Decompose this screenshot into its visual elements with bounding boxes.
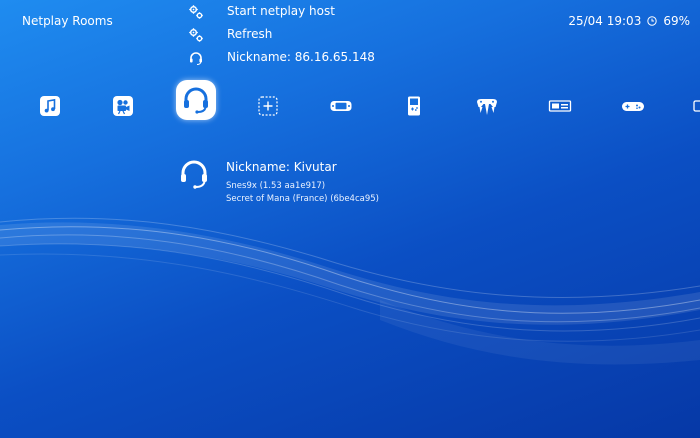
gears-icon xyxy=(189,28,203,42)
room-game: Secret of Mana (France) (6be4ca95) xyxy=(226,194,379,204)
tab-nes-console[interactable] xyxy=(548,94,572,118)
gears-icon xyxy=(189,5,203,19)
refresh-item[interactable]: Refresh xyxy=(188,24,272,46)
headset-icon xyxy=(190,52,202,66)
console-icon xyxy=(693,100,700,112)
tab-partial[interactable] xyxy=(690,94,700,118)
battery-level: 69% xyxy=(663,14,690,28)
handheld-console-icon xyxy=(330,101,352,111)
nes-console-icon xyxy=(548,100,572,112)
nickname-item[interactable]: Nickname: 86.16.65.148 xyxy=(188,47,375,69)
page-title: Netplay Rooms xyxy=(22,14,113,28)
category-tabs xyxy=(0,80,700,132)
clock-icon xyxy=(647,16,658,26)
background-wave xyxy=(0,217,700,365)
status-bar: 25/04 19:03 69% xyxy=(568,14,690,28)
tab-netplay[interactable] xyxy=(176,80,216,120)
tab-add[interactable] xyxy=(256,94,280,118)
tab-music[interactable] xyxy=(38,94,62,118)
start-netplay-host-label: Start netplay host xyxy=(227,4,335,18)
tab-snes-controller[interactable] xyxy=(621,94,645,118)
gameboy-icon xyxy=(408,96,420,116)
tab-handheld-console[interactable] xyxy=(329,94,353,118)
n64-controller-icon xyxy=(477,99,497,115)
room-core: Snes9x (1.53 aa1e917) xyxy=(226,181,326,191)
netplay-icon xyxy=(184,87,208,114)
nickname-label: Nickname: 86.16.65.148 xyxy=(227,50,375,64)
video-icon xyxy=(113,96,133,116)
refresh-label: Refresh xyxy=(227,27,273,41)
tab-n64-controller[interactable] xyxy=(475,94,499,118)
tab-video[interactable] xyxy=(111,94,135,118)
datetime: 25/04 19:03 xyxy=(568,14,642,28)
room-nickname: Nickname: Kivutar xyxy=(226,160,337,174)
tab-gameboy[interactable] xyxy=(402,94,426,118)
start-netplay-host-item[interactable]: Start netplay host xyxy=(188,1,335,23)
snes-controller-icon xyxy=(622,102,644,111)
headset-icon xyxy=(181,160,207,189)
add-icon xyxy=(258,96,278,116)
music-icon xyxy=(40,96,60,116)
